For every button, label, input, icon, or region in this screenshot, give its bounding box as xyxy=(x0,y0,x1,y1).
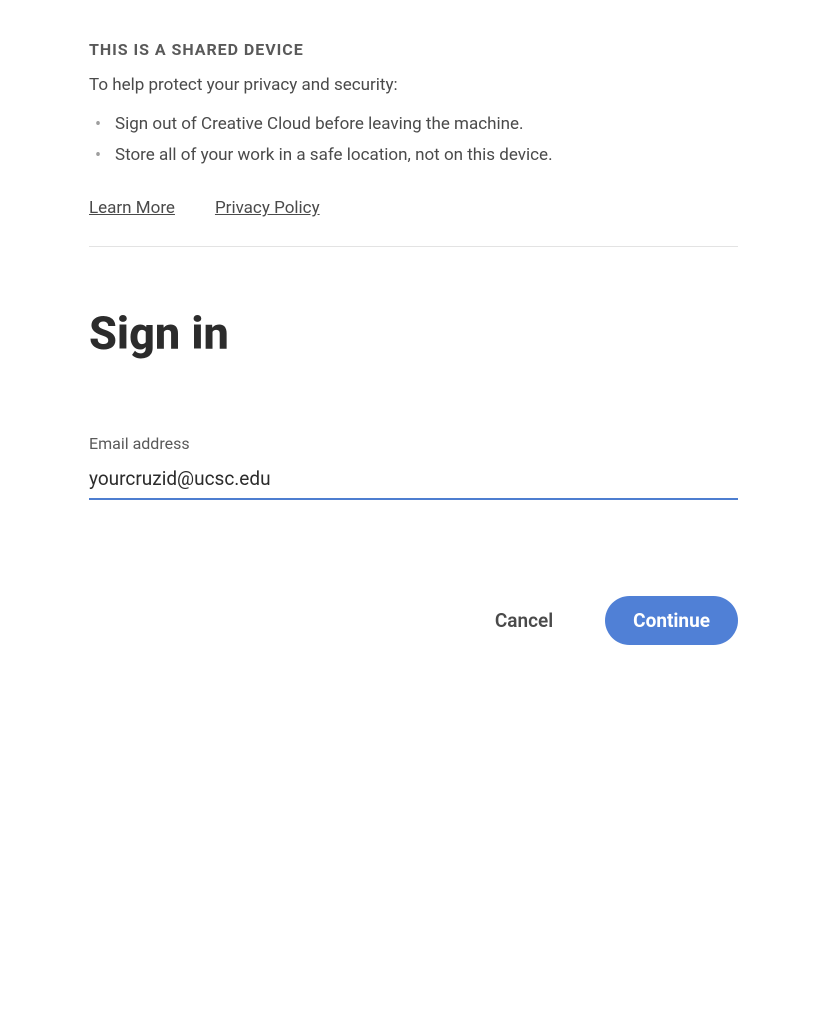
privacy-policy-link[interactable]: Privacy Policy xyxy=(215,198,320,218)
section-divider xyxy=(89,246,738,247)
shared-device-list: Sign out of Creative Cloud before leavin… xyxy=(89,109,738,170)
banner-links-row: Learn More Privacy Policy xyxy=(89,198,738,218)
list-item: Store all of your work in a safe locatio… xyxy=(89,140,738,171)
learn-more-link[interactable]: Learn More xyxy=(89,198,175,218)
email-label: Email address xyxy=(89,434,738,453)
shared-device-subtext: To help protect your privacy and securit… xyxy=(89,75,738,95)
continue-button[interactable]: Continue xyxy=(605,596,738,645)
cancel-button[interactable]: Cancel xyxy=(495,609,553,632)
shared-device-heading: THIS IS A SHARED DEVICE xyxy=(89,40,738,59)
actions-row: Cancel Continue xyxy=(89,596,738,645)
email-input[interactable] xyxy=(89,463,738,500)
list-item: Sign out of Creative Cloud before leavin… xyxy=(89,109,738,140)
page-title: Sign in xyxy=(89,307,738,360)
email-field-container: Email address xyxy=(89,434,738,500)
